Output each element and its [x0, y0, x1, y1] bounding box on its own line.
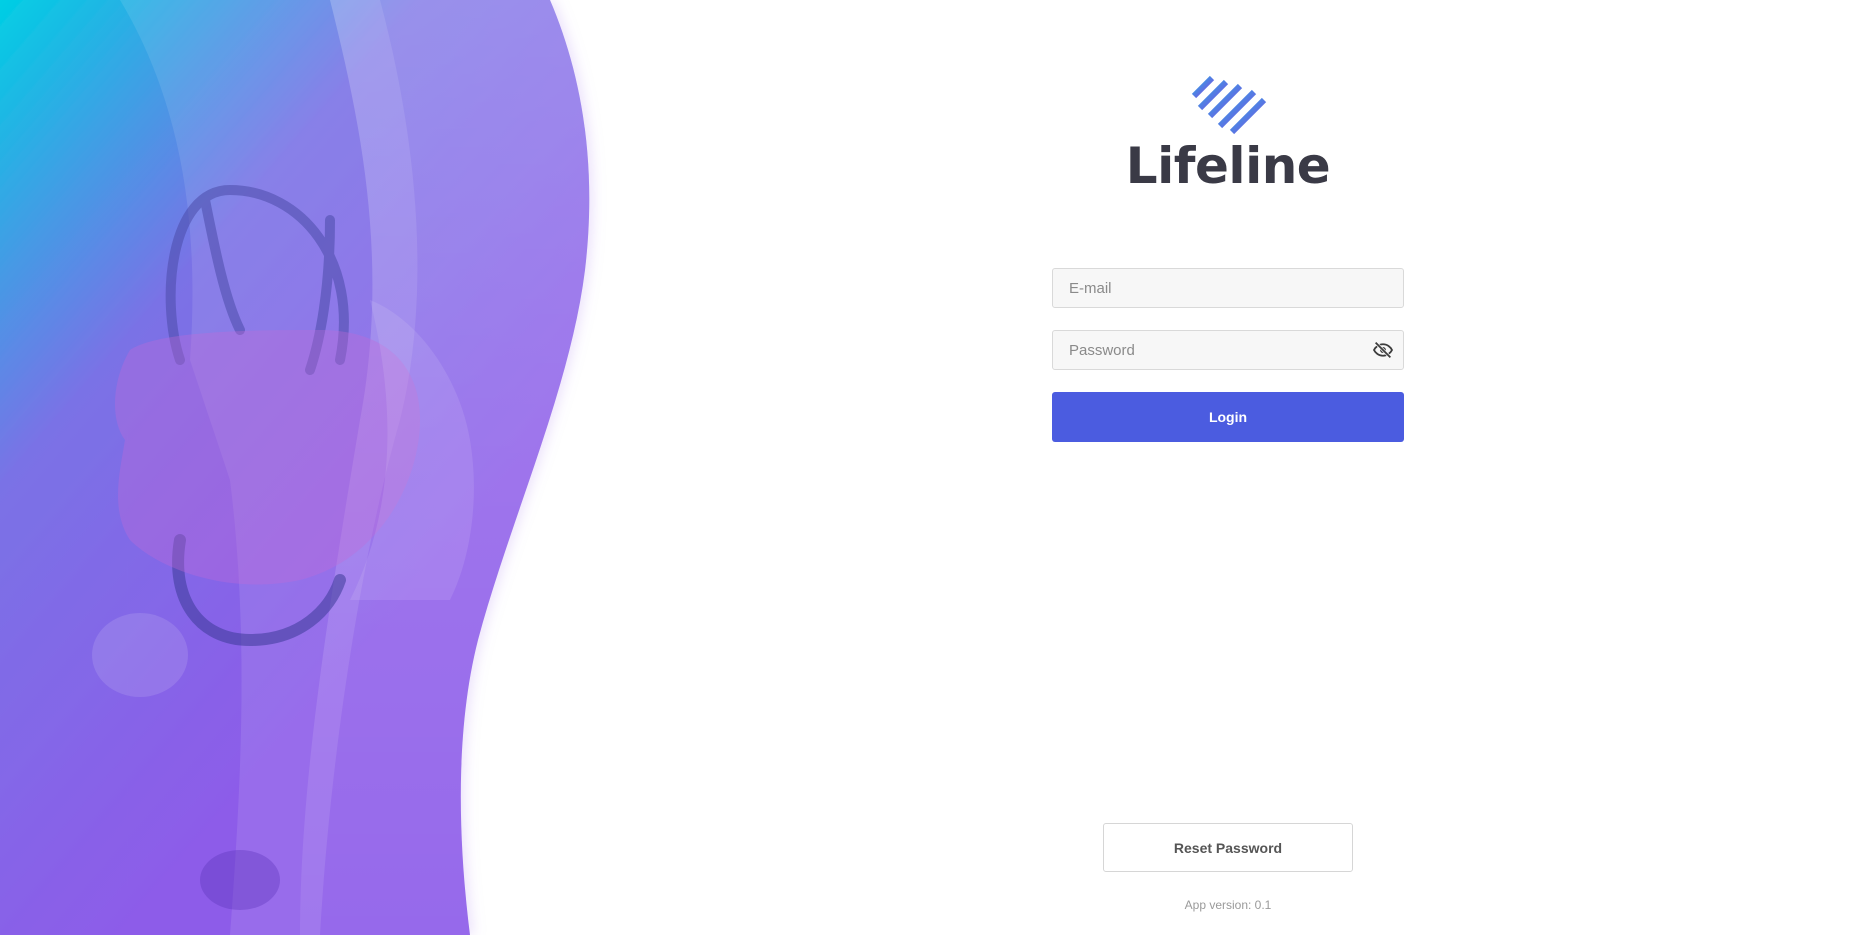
password-field[interactable] — [1053, 331, 1403, 369]
eye-off-icon[interactable] — [1373, 341, 1393, 359]
email-field-wrapper — [1052, 268, 1404, 308]
reset-password-button[interactable]: Reset Password — [1103, 823, 1353, 872]
heart-stripes-logo-icon — [1191, 75, 1267, 135]
login-button[interactable]: Login — [1052, 392, 1404, 442]
brand-logo: Lifeline — [1052, 74, 1404, 194]
email-field[interactable] — [1053, 269, 1403, 307]
hero-illustration — [0, 0, 620, 935]
login-page: Lifeline Login Reset Password App versio… — [0, 0, 1853, 935]
brand-name: Lifeline — [1125, 137, 1331, 195]
password-field-wrapper — [1052, 330, 1404, 370]
login-panel: Lifeline Login Reset Password App versio… — [1052, 0, 1404, 935]
app-version: App version: 0.1 — [1184, 898, 1272, 912]
